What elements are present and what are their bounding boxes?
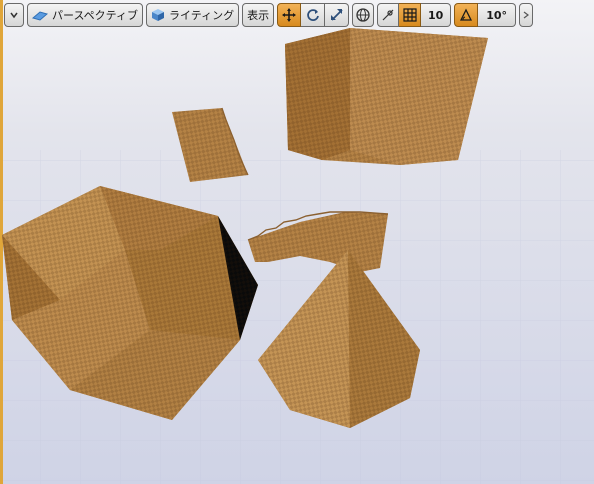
lighting-button[interactable]: ライティング (146, 3, 240, 27)
world-local-toggle-button[interactable] (352, 3, 375, 27)
move-arrows-icon (282, 8, 297, 22)
grid-snap-toggle-button[interactable] (399, 3, 422, 27)
grid-snap-value-button[interactable]: 10 (421, 3, 452, 27)
globe-icon (356, 8, 370, 22)
rotation-snap-group: 10° (454, 3, 517, 27)
scale-mode-button[interactable] (325, 3, 350, 27)
rotate-mode-button[interactable] (301, 3, 326, 27)
viewport-options-button[interactable] (4, 3, 24, 27)
viewport-scene[interactable] (0, 0, 594, 484)
lighting-cube-icon (151, 8, 165, 22)
transform-mode-group (277, 3, 350, 27)
show-button[interactable]: 表示 (242, 3, 275, 27)
chevron-right-icon (523, 10, 530, 20)
grid-icon (403, 8, 417, 22)
grid-snap-group: 10 (377, 3, 452, 27)
perspective-button[interactable]: パースペクティブ (27, 3, 144, 27)
viewport-toolbar: パースペクティブ ライティング 表示 10 10° (0, 0, 594, 30)
angle-icon (459, 8, 473, 22)
rotate-icon (306, 8, 320, 22)
more-options-button[interactable] (519, 3, 534, 27)
surface-snap-icon (381, 8, 395, 22)
grid-snap-value: 10 (428, 8, 444, 22)
rotation-snap-value-button[interactable]: 10° (478, 3, 517, 27)
perspective-label: パースペクティブ (52, 9, 139, 22)
chevron-down-icon (9, 10, 19, 20)
show-label: 表示 (247, 9, 270, 22)
rotation-snap-value: 10° (486, 8, 508, 22)
lighting-label: ライティング (169, 9, 235, 22)
perspective-camera-icon (32, 9, 48, 21)
viewport-left-border (0, 0, 3, 484)
box-prism-shape[interactable] (285, 28, 488, 165)
translate-mode-button[interactable] (277, 3, 302, 27)
surface-snap-button[interactable] (377, 3, 400, 27)
scale-arrow-icon (330, 8, 344, 22)
rotation-snap-toggle-button[interactable] (454, 3, 479, 27)
